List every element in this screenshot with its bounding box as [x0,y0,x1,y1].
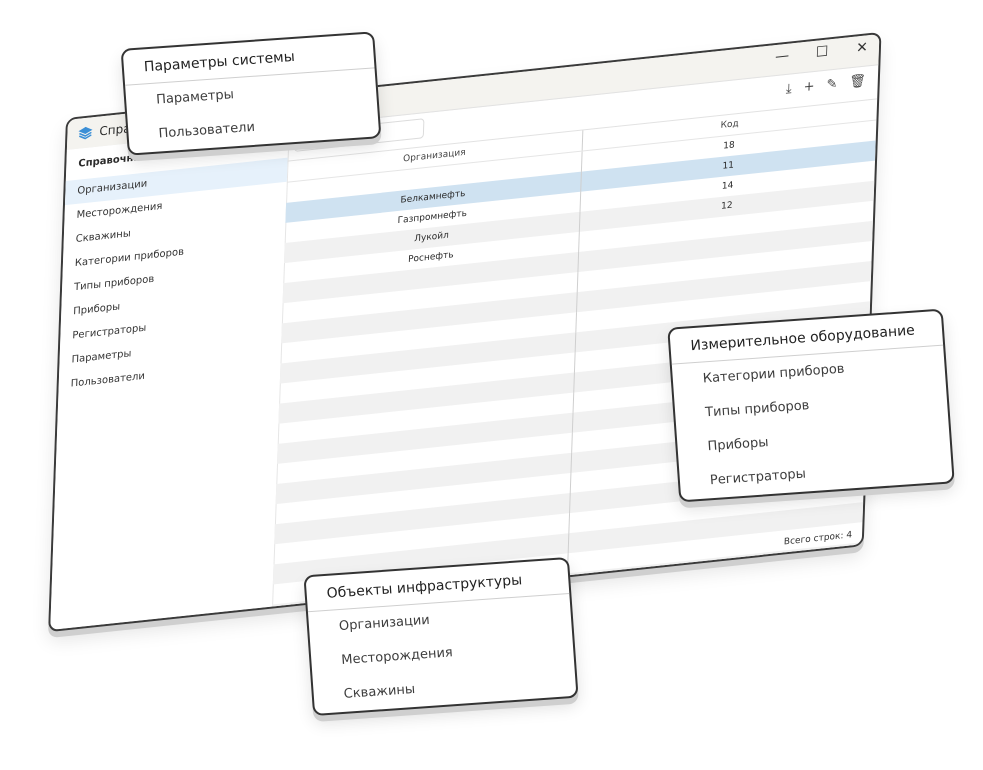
infrastructure-objects-card: Объекты инфраструктуры Организации Место… [303,556,579,717]
measurement-equipment-card: Измерительное оборудование Категории при… [667,308,955,503]
toolbar-actions: ⤓ + ✎ 🗑 [786,74,867,98]
maximize-icon[interactable]: ☐ [813,43,832,61]
download-icon[interactable]: ⤓ [786,81,792,97]
delete-icon[interactable]: 🗑 [849,74,866,91]
minimize-icon[interactable]: — [773,47,792,66]
layers-stack-icon [78,126,93,140]
window-controls: — ☐ ✕ [773,39,871,65]
add-icon[interactable]: + [803,79,814,95]
system-parameters-card: Параметры системы Параметры Пользователи [120,31,382,156]
edit-icon[interactable]: ✎ [826,77,837,93]
sidebar: Справочник Организации Месторождения Скв… [50,126,290,630]
close-icon[interactable]: ✕ [853,39,872,57]
